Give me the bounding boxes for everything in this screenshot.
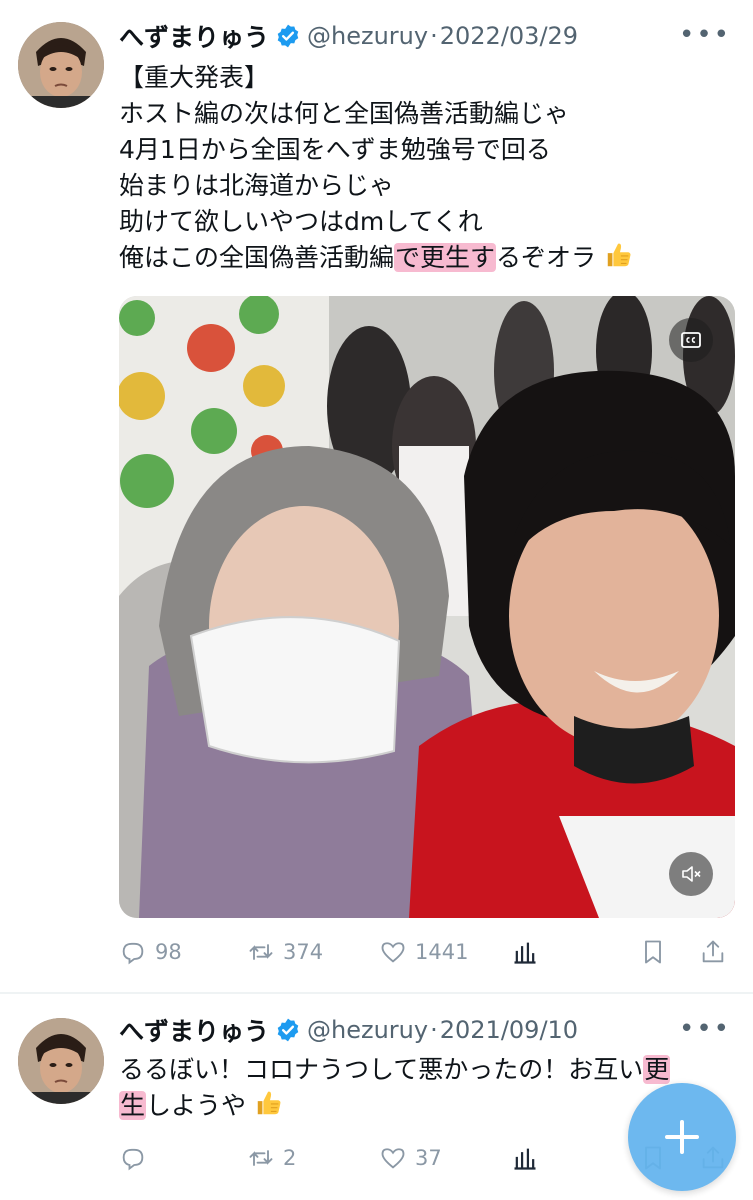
reply-button[interactable] xyxy=(119,1138,155,1178)
analytics-icon xyxy=(514,942,536,964)
highlighted-text: で更生す xyxy=(394,243,497,272)
text-segment: しようや xyxy=(146,1091,247,1120)
retweet-icon xyxy=(249,1150,273,1166)
compose-button[interactable] xyxy=(628,1083,736,1191)
reply-icon xyxy=(122,1148,144,1171)
reply-icon xyxy=(122,942,144,965)
verified-badge-icon xyxy=(277,1018,299,1042)
tweet[interactable]: へずまりゅう @hezuruy · 2022/03/29 ••• 【重大発表】 … xyxy=(0,0,753,992)
highlighted-text: 生 xyxy=(119,1091,147,1120)
analytics-button[interactable] xyxy=(511,1138,547,1178)
tweet-line: 4月1日から全国をへずま勉強号で回る xyxy=(119,135,551,164)
verified-badge-icon xyxy=(277,24,299,48)
like-button[interactable]: 1441 xyxy=(379,932,468,972)
avatar[interactable] xyxy=(18,22,104,108)
like-count: 1441 xyxy=(415,940,469,964)
tweet-header: へずまりゅう @hezuruy · 2021/09/10 xyxy=(119,1014,578,1046)
highlighted-text: 更 xyxy=(643,1055,671,1084)
separator: · xyxy=(430,1016,438,1044)
retweet-button[interactable]: 2 xyxy=(247,1138,296,1178)
tweet-line: 助けて欲しいやつはdmしてくれ xyxy=(119,207,483,236)
timestamp[interactable]: 2021/09/10 xyxy=(440,1016,578,1044)
text-segment: るぞオラ xyxy=(496,243,597,272)
avatar[interactable] xyxy=(18,1018,104,1104)
author-name[interactable]: へずまりゅう xyxy=(119,18,269,54)
timestamp[interactable]: 2022/03/29 xyxy=(440,22,578,50)
compose-icon xyxy=(665,1120,699,1154)
tweet-line: 始まりは北海道からじゃ xyxy=(119,171,395,200)
video-frame xyxy=(119,296,735,918)
mute-button[interactable] xyxy=(669,852,713,896)
retweet-count: 374 xyxy=(283,940,324,964)
mute-icon xyxy=(682,866,701,882)
heart-icon xyxy=(381,942,405,963)
retweet-button[interactable]: 374 xyxy=(247,932,323,972)
thumbs-up-emoji xyxy=(607,243,631,267)
like-count: 37 xyxy=(415,1146,442,1170)
author-name[interactable]: へずまりゅう xyxy=(119,1012,269,1048)
tweet-line: 俺はこの全国偽善活動編で更生するぞオラ xyxy=(119,240,634,276)
analytics-button[interactable] xyxy=(511,932,547,972)
tweet-text: るるぼい！コロナうつして悪かったの！お互い更 生しようや xyxy=(119,1052,671,1124)
analytics-icon xyxy=(514,1148,536,1170)
tweet-line: るるぼい！コロナうつして悪かったの！お互い更 xyxy=(119,1052,671,1088)
thumbs-up-emoji xyxy=(257,1091,281,1115)
share-icon xyxy=(702,940,724,963)
more-icon[interactable]: ••• xyxy=(679,1014,731,1044)
share-button[interactable] xyxy=(699,932,735,972)
author-handle[interactable]: @hezuruy xyxy=(307,1016,428,1044)
tweet-line: 生しようや xyxy=(119,1088,670,1124)
like-button[interactable]: 37 xyxy=(379,1138,442,1178)
tweet-text: 【重大発表】 ホスト編の次は何と全国偽善活動編じゃ 4月1日から全国をへずま勉強… xyxy=(119,60,634,276)
tweet-line: 【重大発表】 xyxy=(119,63,270,92)
separator: · xyxy=(430,22,438,50)
heart-icon xyxy=(381,1148,405,1169)
bookmark-icon xyxy=(645,940,661,964)
bookmark-button[interactable] xyxy=(639,932,675,972)
captions-button[interactable] xyxy=(669,318,713,362)
retweet-count: 2 xyxy=(283,1146,297,1170)
video-player[interactable] xyxy=(119,296,735,918)
captions-icon xyxy=(681,332,701,348)
tweet-divider xyxy=(0,992,753,994)
tweet-header: へずまりゅう @hezuruy · 2022/03/29 xyxy=(119,20,578,52)
tweet-line: ホスト編の次は何と全国偽善活動編じゃ xyxy=(119,99,570,128)
author-handle[interactable]: @hezuruy xyxy=(307,22,428,50)
retweet-icon xyxy=(249,944,273,960)
tweet-actions: 98 374 1441 xyxy=(119,932,735,972)
reply-count: 98 xyxy=(155,940,182,964)
text-segment: 俺はこの全国偽善活動編 xyxy=(119,243,395,272)
text-segment: るるぼい！コロナうつして悪かったの！お互い xyxy=(119,1055,644,1084)
reply-button[interactable]: 98 xyxy=(119,932,182,972)
more-icon[interactable]: ••• xyxy=(679,20,731,50)
